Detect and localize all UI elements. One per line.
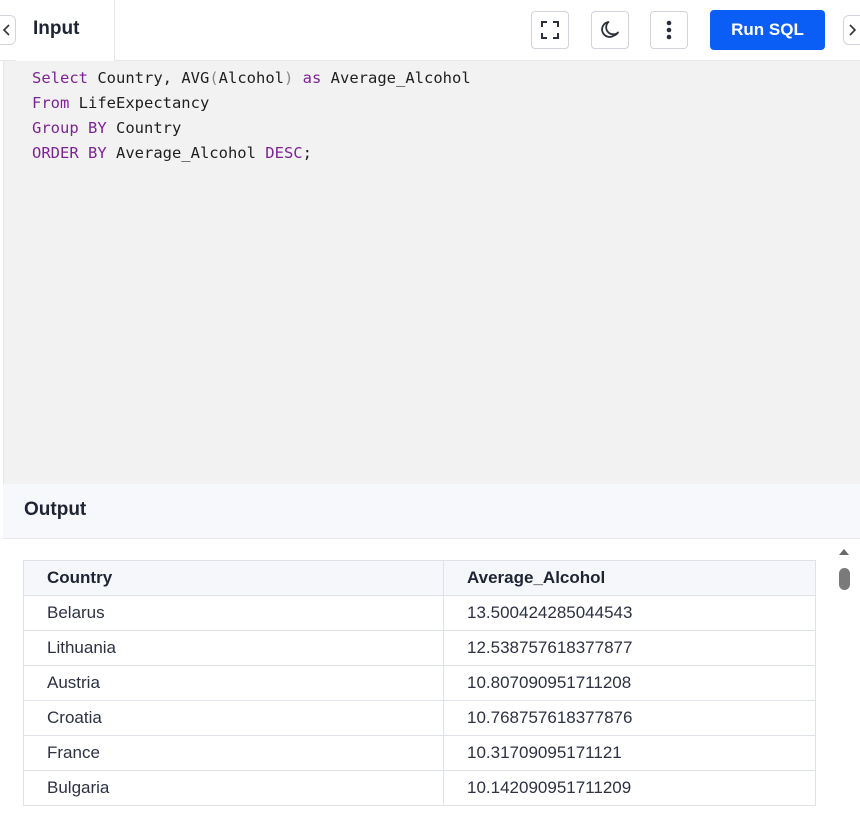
- code-line-2: From LifeExpectancy: [32, 94, 210, 112]
- theme-toggle-button[interactable]: [591, 11, 629, 49]
- output-title: Output: [24, 499, 87, 520]
- cell-country: Belarus: [23, 595, 444, 631]
- code-line-3: Group BY Country: [32, 119, 182, 137]
- sql-editor[interactable]: Select Country, AVG(Alcohol) as Average_…: [3, 61, 860, 484]
- cell-average-alcohol: 10.142090951711209: [443, 770, 816, 806]
- collapse-left-button[interactable]: [0, 15, 16, 45]
- cell-average-alcohol: 12.538757618377877: [443, 630, 816, 666]
- table-row: Croatia 10.768757618377876: [23, 700, 816, 736]
- table-row: France 10.31709095171121: [23, 735, 816, 771]
- output-header: Output: [3, 484, 860, 539]
- column-header-average-alcohol: Average_Alcohol: [443, 560, 816, 596]
- tab-input[interactable]: Input: [16, 0, 115, 61]
- table-row: Lithuania 12.538757618377877: [23, 630, 816, 666]
- code-line-4: ORDER BY Average_Alcohol DESC;: [32, 144, 312, 162]
- table-row: Belarus 13.500424285044543: [23, 595, 816, 631]
- output-panel: Country Average_Alcohol Belarus 13.500424…: [3, 540, 860, 813]
- cell-average-alcohol: 13.500424285044543: [443, 595, 816, 631]
- table-header-row: Country Average_Alcohol: [23, 560, 816, 596]
- result-table: Country Average_Alcohol Belarus 13.500424…: [23, 560, 816, 806]
- chevron-right-icon: [849, 24, 857, 36]
- cell-country: Croatia: [23, 700, 444, 736]
- column-header-country: Country: [23, 560, 444, 596]
- more-options-button[interactable]: [650, 11, 688, 49]
- run-sql-button[interactable]: Run SQL: [710, 10, 825, 50]
- editor-toolbar: Input Run SQL: [0, 0, 860, 61]
- scroll-up-arrow[interactable]: [839, 549, 849, 555]
- cell-country: Austria: [23, 665, 444, 701]
- cell-country: Bulgaria: [23, 770, 444, 806]
- table-row: Austria 10.807090951711208: [23, 665, 816, 701]
- fullscreen-button[interactable]: [531, 11, 569, 49]
- cell-average-alcohol: 10.31709095171121: [443, 735, 816, 771]
- table-row: Bulgaria 10.142090951711209: [23, 770, 816, 806]
- fullscreen-icon: [541, 21, 559, 39]
- cell-average-alcohol: 10.807090951711208: [443, 665, 816, 701]
- tab-input-label: Input: [33, 18, 80, 39]
- more-vertical-icon: [666, 20, 672, 40]
- cell-country: France: [23, 735, 444, 771]
- moon-icon: [601, 21, 619, 38]
- code-line-1: Select Country, AVG(Alcohol) as Average_…: [32, 69, 471, 87]
- scrollbar-thumb[interactable]: [839, 568, 850, 590]
- chevron-left-icon: [2, 24, 10, 36]
- cell-country: Lithuania: [23, 630, 444, 666]
- cell-average-alcohol: 10.768757618377876: [443, 700, 816, 736]
- collapse-right-button[interactable]: [843, 15, 860, 45]
